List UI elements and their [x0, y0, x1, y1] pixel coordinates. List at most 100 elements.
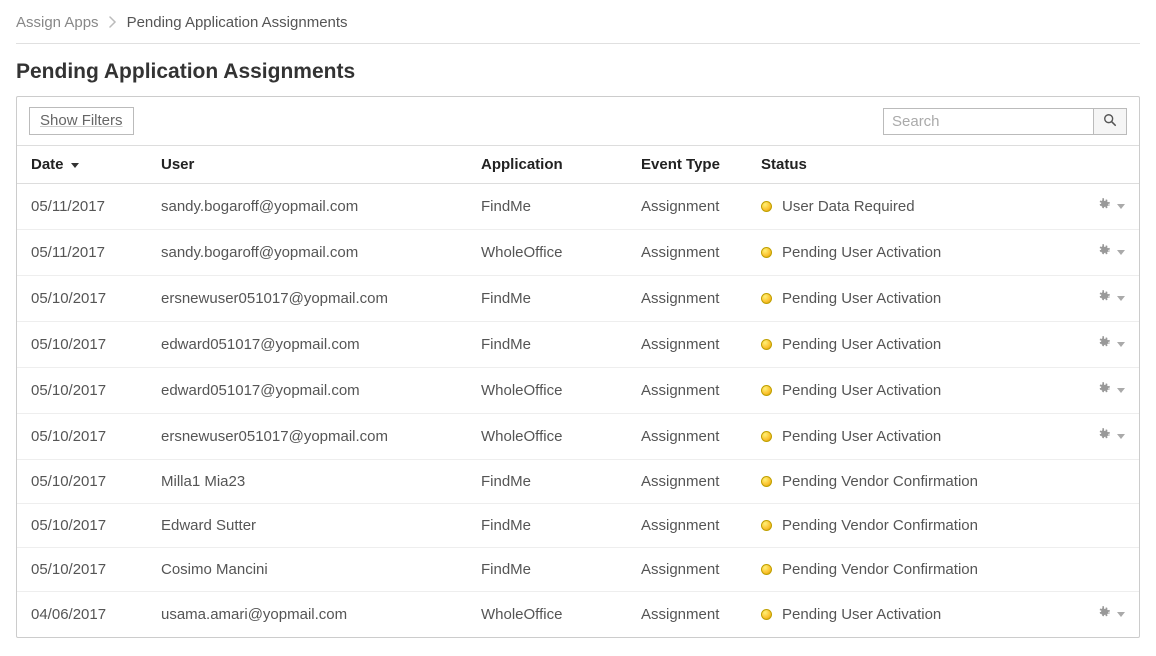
cell-actions	[1069, 504, 1139, 548]
cell-event-type: Assignment	[627, 504, 747, 548]
row-actions-menu[interactable]	[1096, 243, 1125, 262]
cell-actions	[1069, 184, 1139, 230]
cell-event-type: Assignment	[627, 548, 747, 592]
column-header-application[interactable]: Application	[467, 146, 627, 184]
table-row: 05/10/2017ersnewuser051017@yopmail.comFi…	[17, 276, 1139, 322]
gear-icon	[1096, 605, 1111, 624]
cell-user: sandy.bogaroff@yopmail.com	[147, 230, 467, 276]
cell-date: 05/10/2017	[17, 504, 147, 548]
gear-icon	[1096, 243, 1111, 262]
table-row: 05/10/2017Cosimo ManciniFindMeAssignment…	[17, 548, 1139, 592]
cell-status: Pending User Activation	[747, 322, 1069, 368]
cell-user: edward051017@yopmail.com	[147, 368, 467, 414]
cell-application: FindMe	[467, 460, 627, 504]
page-title: Pending Application Assignments	[16, 60, 1140, 84]
table-row: 05/11/2017sandy.bogaroff@yopmail.comWhol…	[17, 230, 1139, 276]
table-row: 05/10/2017edward051017@yopmail.comFindMe…	[17, 322, 1139, 368]
chevron-down-icon	[1117, 434, 1125, 439]
cell-event-type: Assignment	[627, 322, 747, 368]
row-actions-menu[interactable]	[1096, 381, 1125, 400]
status-indicator-icon	[761, 609, 772, 620]
chevron-down-icon	[1117, 342, 1125, 347]
cell-actions	[1069, 548, 1139, 592]
chevron-down-icon	[1117, 204, 1125, 209]
status-indicator-icon	[761, 293, 772, 304]
cell-actions	[1069, 276, 1139, 322]
cell-actions	[1069, 322, 1139, 368]
show-filters-button[interactable]: Show Filters	[29, 107, 134, 135]
cell-application: FindMe	[467, 504, 627, 548]
cell-user: sandy.bogaroff@yopmail.com	[147, 184, 467, 230]
cell-status: Pending User Activation	[747, 230, 1069, 276]
cell-status: Pending Vendor Confirmation	[747, 504, 1069, 548]
cell-status: Pending User Activation	[747, 276, 1069, 322]
cell-event-type: Assignment	[627, 184, 747, 230]
status-text: Pending User Activation	[782, 428, 941, 445]
cell-user: Milla1 Mia23	[147, 460, 467, 504]
assignments-table: Date User Application Event Type Status …	[17, 145, 1139, 637]
cell-status: Pending User Activation	[747, 414, 1069, 460]
cell-application: WholeOffice	[467, 414, 627, 460]
cell-date: 05/10/2017	[17, 368, 147, 414]
gear-icon	[1096, 197, 1111, 216]
column-header-event-type[interactable]: Event Type	[627, 146, 747, 184]
status-indicator-icon	[761, 564, 772, 575]
breadcrumb: Assign Apps Pending Application Assignme…	[16, 10, 1140, 44]
chevron-down-icon	[1117, 296, 1125, 301]
status-indicator-icon	[761, 476, 772, 487]
cell-date: 04/06/2017	[17, 592, 147, 638]
cell-date: 05/10/2017	[17, 276, 147, 322]
gear-icon	[1096, 289, 1111, 308]
cell-date: 05/10/2017	[17, 548, 147, 592]
gear-icon	[1096, 381, 1111, 400]
table-row: 05/10/2017Milla1 Mia23FindMeAssignment Pe…	[17, 460, 1139, 504]
chevron-down-icon	[1117, 388, 1125, 393]
column-header-date-label: Date	[31, 156, 64, 173]
cell-actions	[1069, 230, 1139, 276]
cell-status: Pending Vendor Confirmation	[747, 460, 1069, 504]
row-actions-menu[interactable]	[1096, 605, 1125, 624]
cell-user: usama.amari@yopmail.com	[147, 592, 467, 638]
row-actions-menu[interactable]	[1096, 197, 1125, 216]
breadcrumb-parent-link[interactable]: Assign Apps	[16, 14, 99, 31]
cell-date: 05/11/2017	[17, 230, 147, 276]
search-button[interactable]	[1093, 108, 1127, 135]
cell-event-type: Assignment	[627, 460, 747, 504]
cell-application: WholeOffice	[467, 230, 627, 276]
cell-date: 05/10/2017	[17, 460, 147, 504]
cell-event-type: Assignment	[627, 230, 747, 276]
table-row: 05/11/2017sandy.bogaroff@yopmail.comFind…	[17, 184, 1139, 230]
status-text: Pending Vendor Confirmation	[782, 473, 978, 490]
search-group	[883, 108, 1127, 135]
chevron-right-icon	[109, 15, 117, 31]
column-header-status[interactable]: Status	[747, 146, 1069, 184]
cell-application: FindMe	[467, 184, 627, 230]
column-header-user[interactable]: User	[147, 146, 467, 184]
status-text: Pending User Activation	[782, 606, 941, 623]
gear-icon	[1096, 427, 1111, 446]
cell-user: edward051017@yopmail.com	[147, 322, 467, 368]
cell-date: 05/11/2017	[17, 184, 147, 230]
status-indicator-icon	[761, 431, 772, 442]
cell-actions	[1069, 414, 1139, 460]
status-text: Pending User Activation	[782, 382, 941, 399]
assignments-panel: Show Filters Date User Application Event…	[16, 96, 1140, 638]
cell-event-type: Assignment	[627, 276, 747, 322]
cell-status: User Data Required	[747, 184, 1069, 230]
sort-desc-icon	[71, 163, 79, 168]
row-actions-menu[interactable]	[1096, 289, 1125, 308]
cell-actions	[1069, 368, 1139, 414]
cell-actions	[1069, 460, 1139, 504]
status-indicator-icon	[761, 385, 772, 396]
cell-application: FindMe	[467, 276, 627, 322]
row-actions-menu[interactable]	[1096, 335, 1125, 354]
status-text: Pending User Activation	[782, 244, 941, 261]
cell-application: WholeOffice	[467, 592, 627, 638]
table-row: 04/06/2017usama.amari@yopmail.comWholeOf…	[17, 592, 1139, 638]
column-header-date[interactable]: Date	[17, 146, 147, 184]
cell-date: 05/10/2017	[17, 322, 147, 368]
cell-status: Pending Vendor Confirmation	[747, 548, 1069, 592]
search-input[interactable]	[883, 108, 1093, 135]
row-actions-menu[interactable]	[1096, 427, 1125, 446]
status-indicator-icon	[761, 520, 772, 531]
